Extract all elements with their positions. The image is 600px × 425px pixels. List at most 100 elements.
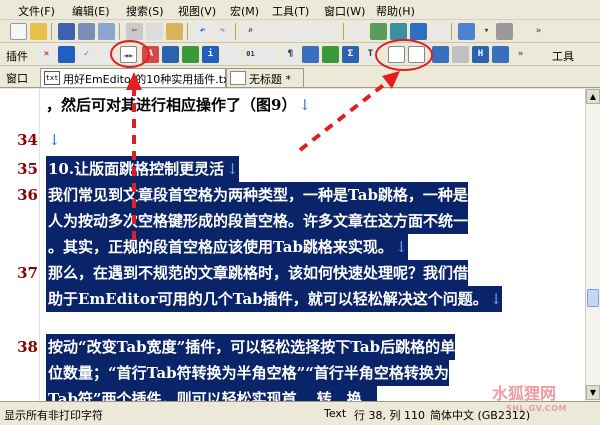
plugin-grid-icon[interactable] (182, 46, 199, 63)
menu-macro[interactable]: 宏(M) (230, 3, 259, 19)
line-text: 助于EmEditor可用的几个Tab插件，就可以轻松解决这个问题。 (48, 290, 488, 308)
find-icon[interactable]: ⌕ (242, 23, 259, 40)
tab-document-2[interactable]: 无标题 * (226, 68, 304, 87)
toolbar-separator (51, 23, 52, 40)
line-number: 37 (17, 264, 38, 282)
plugin-window-icon[interactable] (302, 46, 319, 63)
line-text: 我们常见到文章段首空格为两种类型，一种是Tab跳格，一种是 (48, 186, 468, 204)
selected-text-line[interactable]: 。其实，正规的段首空格应该使用Tab跳格来实现。 ↓ (46, 234, 408, 260)
list-icon[interactable] (98, 46, 115, 63)
line-text: Tab符”两个插件，则可以轻松实现首… 转…换… (48, 390, 377, 401)
plugin-doc-icon[interactable] (432, 46, 449, 63)
text-line[interactable]: ↓ (46, 127, 61, 153)
tab-document-1[interactable]: txt 用好EmEditor的10种实用插件.txt (40, 68, 234, 87)
watermark-subtext: SHL.GV.COM (506, 404, 567, 413)
chevron-down-icon[interactable]: ▾ (478, 23, 495, 40)
selected-text-line[interactable]: 我们常见到文章段首空格为两种类型，一种是Tab跳格，一种是 (46, 182, 468, 208)
character-code-icon[interactable] (222, 46, 239, 63)
menu-edit[interactable]: 编辑(E) (72, 3, 110, 19)
print-preview-icon[interactable] (98, 23, 115, 40)
plugin-image-icon[interactable] (452, 46, 469, 63)
print-icon[interactable] (78, 23, 95, 40)
plugin-a-icon[interactable]: A (142, 46, 159, 63)
split-window-icon[interactable] (410, 23, 427, 40)
selected-text-line[interactable]: 那么，在遇到不规范的文章跳格时，该如何快速处理呢？我们借 (46, 260, 469, 286)
line-number: 38 (17, 338, 38, 356)
menu-tools[interactable]: 工具(T) (272, 3, 309, 19)
selected-text-line[interactable]: 人为按动多次空格键形成的段首空格。许多文章在这方面不统一 (46, 208, 469, 234)
plugin-table2-icon[interactable] (322, 46, 339, 63)
selected-text-line[interactable]: 助于EmEditor可用的几个Tab插件，就可以轻松解决这个问题。 ↓ (46, 286, 503, 312)
properties-icon[interactable] (430, 23, 447, 40)
scrollbar-thumb[interactable] (587, 289, 599, 307)
toolbar-separator (119, 23, 120, 40)
sort-icon[interactable] (262, 46, 279, 63)
menu-window[interactable]: 窗口(W) (324, 3, 365, 19)
line-text: 10.让版面跳格控制更灵活 (48, 160, 225, 178)
status-message: 显示所有非打印字符 (4, 409, 103, 422)
tab-label: 无标题 * (249, 73, 291, 86)
selected-text-line[interactable]: 按动“改变Tab宽度”插件，可以轻松选择按下Tab后跳格的单 (46, 334, 456, 360)
selected-text-line[interactable]: 10.让版面跳格控制更灵活 ↓ (46, 156, 239, 182)
document-icon (230, 71, 246, 85)
plugin-table-icon[interactable] (162, 46, 179, 63)
first-space-to-tab-icon[interactable] (408, 46, 425, 63)
selected-text-line[interactable]: 位数量；“首行Tab符转换为半角空格”“首行半角空格转换为 (46, 360, 449, 386)
change-tab-width-icon[interactable]: ⇥⇤ (120, 46, 137, 63)
line-number-gutter: 34 35 36 37 38 (0, 89, 40, 401)
copy-icon[interactable] (146, 23, 163, 40)
plugin-icon[interactable] (58, 46, 75, 63)
find-prev-icon[interactable] (282, 23, 299, 40)
toolbar-overflow-icon[interactable]: » (530, 23, 547, 40)
config-icon[interactable] (458, 23, 475, 40)
wrap-page-icon[interactable] (390, 23, 407, 40)
text-line[interactable]: ，然后可对其进行相应操作了（图9） ↓ (46, 92, 311, 118)
plugin-globe-icon[interactable] (492, 46, 509, 63)
wrap-window-icon[interactable] (370, 23, 387, 40)
status-mode[interactable]: Text (324, 407, 346, 420)
open-folder-icon[interactable] (30, 23, 47, 40)
menu-help[interactable]: 帮助(H) (376, 3, 415, 19)
undo-icon[interactable]: ↶ (194, 23, 211, 40)
plugins-overflow-icon[interactable]: » (512, 46, 529, 63)
editor-area[interactable]: 34 35 36 37 38 ，然后可对其进行相应操作了（图9） ↓ ↓ 10.让… (0, 89, 585, 401)
line-text: 。其实，正规的段首空格应该使用Tab跳格来实现。 (48, 238, 393, 256)
menu-view[interactable]: 视图(V) (178, 3, 216, 19)
plugin-t-icon[interactable]: T (362, 46, 379, 63)
paste-icon[interactable] (166, 23, 183, 40)
cut-icon[interactable]: ✂ (126, 23, 143, 40)
eol-marker: ↓ (48, 131, 61, 149)
binary-icon[interactable]: 01 (242, 46, 259, 63)
vertical-scrollbar[interactable]: ▲ ▼ (585, 89, 600, 401)
new-file-icon[interactable] (10, 23, 27, 40)
line-number: 36 (17, 186, 38, 204)
menu-file[interactable]: 文件(F) (18, 3, 55, 19)
replace-icon[interactable] (302, 23, 319, 40)
wrap-none-icon[interactable] (350, 23, 367, 40)
document-tabbar: 窗口 txt 用好EmEditor的10种实用插件.txt 无标题 * (0, 66, 600, 88)
paragraph-icon[interactable]: ¶ (282, 46, 299, 63)
scroll-down-icon[interactable]: ▼ (586, 385, 600, 400)
info-icon[interactable]: i (202, 46, 219, 63)
plugin-h-icon[interactable]: H (472, 46, 489, 63)
redo-icon[interactable]: ↷ (214, 23, 231, 40)
scroll-up-icon[interactable]: ▲ (586, 89, 600, 104)
plugins-toolbar: 插件 ✕ ✓ ⇥⇤ A i 01 ¶ Σ T H » 工具 (0, 43, 600, 66)
find-next-icon[interactable] (262, 23, 279, 40)
text-file-icon: txt (44, 71, 60, 85)
remove-icon[interactable]: ✕ (38, 46, 55, 63)
eol-marker: ↓ (394, 238, 408, 256)
toolbar-separator (235, 23, 236, 40)
toolbar-separator (187, 23, 188, 40)
line-text: 人为按动多次空格键形成的段首空格。许多文章在这方面不统一 (48, 212, 469, 230)
first-tab-to-space-icon[interactable] (388, 46, 405, 63)
menu-search[interactable]: 搜索(S) (126, 3, 164, 19)
line-text: 按动“改变Tab宽度”插件，可以轻松选择按下Tab后跳格的单 (48, 338, 456, 356)
check-icon[interactable]: ✓ (78, 46, 95, 63)
save-icon[interactable] (58, 23, 75, 40)
find-in-files-icon[interactable] (322, 23, 339, 40)
sum-icon[interactable]: Σ (342, 46, 359, 63)
settings-icon[interactable] (496, 23, 513, 40)
standard-toolbar: ✂ ↶ ↷ ⌕ ▾ » (0, 20, 600, 43)
selected-text-line[interactable]: Tab符”两个插件，则可以轻松实现首… 转…换… (46, 386, 377, 401)
